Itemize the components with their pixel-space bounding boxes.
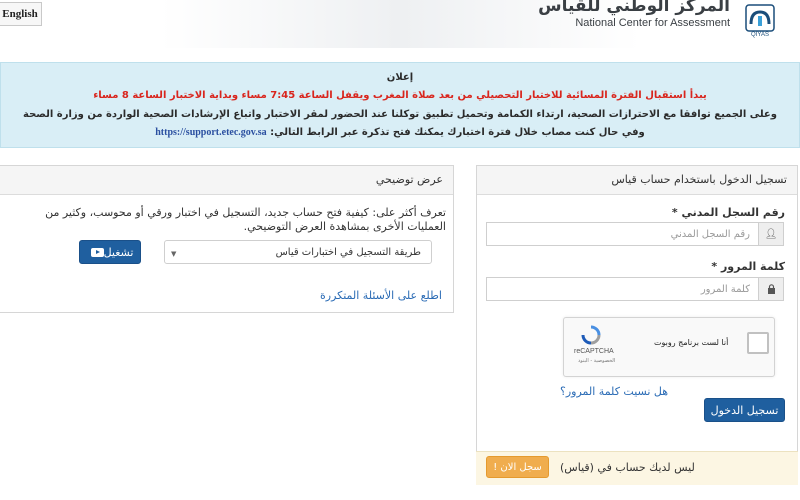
- recaptcha-widget: أنا لست برنامج روبوت reCAPTCHA الخصوصية …: [563, 317, 775, 377]
- recaptcha-terms[interactable]: الخصوصية - البنود: [578, 358, 615, 364]
- demo-description: تعرف أكثر على: كيفية فتح حساب جديد، التس…: [45, 206, 446, 233]
- id-field-label: رقم السجل المدني *: [672, 206, 785, 219]
- password-field-group: [486, 277, 784, 301]
- play-button-label: تشغيل: [103, 245, 134, 259]
- logo-arabic-name: المركز الوطني للقياس: [538, 0, 730, 16]
- announcement-red-text: يبدأ استقبال الفترة المسائية للاختبار ال…: [93, 90, 707, 101]
- recaptcha-icon: [581, 325, 601, 345]
- required-mark: *: [711, 260, 718, 273]
- qiyas-logo-icon: [745, 4, 775, 32]
- register-button[interactable]: سجل الان !: [486, 456, 549, 478]
- faq-link[interactable]: اطلع على الأسئلة المتكررة: [320, 289, 442, 302]
- password-input[interactable]: [487, 278, 758, 300]
- national-id-input[interactable]: [487, 223, 758, 245]
- no-account-text: ليس لديك حساب في (قياس): [560, 461, 695, 474]
- dropdown-caret-icon: ▼: [171, 250, 177, 258]
- demo-select-value: طريقة التسجيل في اختبارات قياس: [275, 246, 421, 258]
- youtube-icon: [90, 247, 104, 257]
- id-field-group: 👤︎: [486, 222, 784, 246]
- password-label-text: كلمة المرور: [720, 260, 785, 273]
- announcement-line-2: وعلى الجميع توافقا مع الاحترازات الصحية،…: [23, 109, 777, 120]
- required-mark: *: [671, 206, 678, 219]
- support-link[interactable]: https://support.etec.gov.sa: [155, 127, 266, 138]
- announcement-line-3: وفي حال كنت مصاب خلال فترة اختبارك يمكنك…: [1, 127, 799, 138]
- logo-mark-label: QIYAS: [751, 32, 769, 38]
- announcement-banner: إعلان يبدأ استقبال الفترة المسائية للاخت…: [0, 62, 800, 148]
- language-switch-button[interactable]: English: [0, 2, 42, 26]
- play-demo-button[interactable]: تشغيل: [79, 240, 141, 264]
- id-label-text: رقم السجل المدني: [681, 206, 785, 219]
- user-icon: 👤︎: [758, 223, 783, 245]
- demo-panel-heading: عرض توضيحي: [0, 166, 453, 195]
- recaptcha-label: أنا لست برنامج روبوت: [654, 338, 729, 347]
- lock-icon: [758, 278, 783, 300]
- password-field-label: كلمة المرور *: [711, 260, 785, 273]
- announcement-title: إعلان: [386, 72, 414, 83]
- logo-english-name: National Center for Assessment: [575, 17, 730, 29]
- login-submit-button[interactable]: تسجيل الدخول: [704, 398, 785, 422]
- recaptcha-checkbox[interactable]: [747, 332, 769, 354]
- forgot-password-link[interactable]: هل نسيت كلمة المرور؟: [560, 385, 668, 398]
- announcement-line-3-text: وفي حال كنت مصاب خلال فترة اختبارك يمكنك…: [270, 127, 645, 138]
- recaptcha-brand: reCAPTCHA: [574, 348, 614, 355]
- demo-video-select[interactable]: طريقة التسجيل في اختبارات قياس ▼: [164, 240, 432, 264]
- login-panel-heading: تسجيل الدخول باستخدام حساب قياس: [477, 166, 797, 195]
